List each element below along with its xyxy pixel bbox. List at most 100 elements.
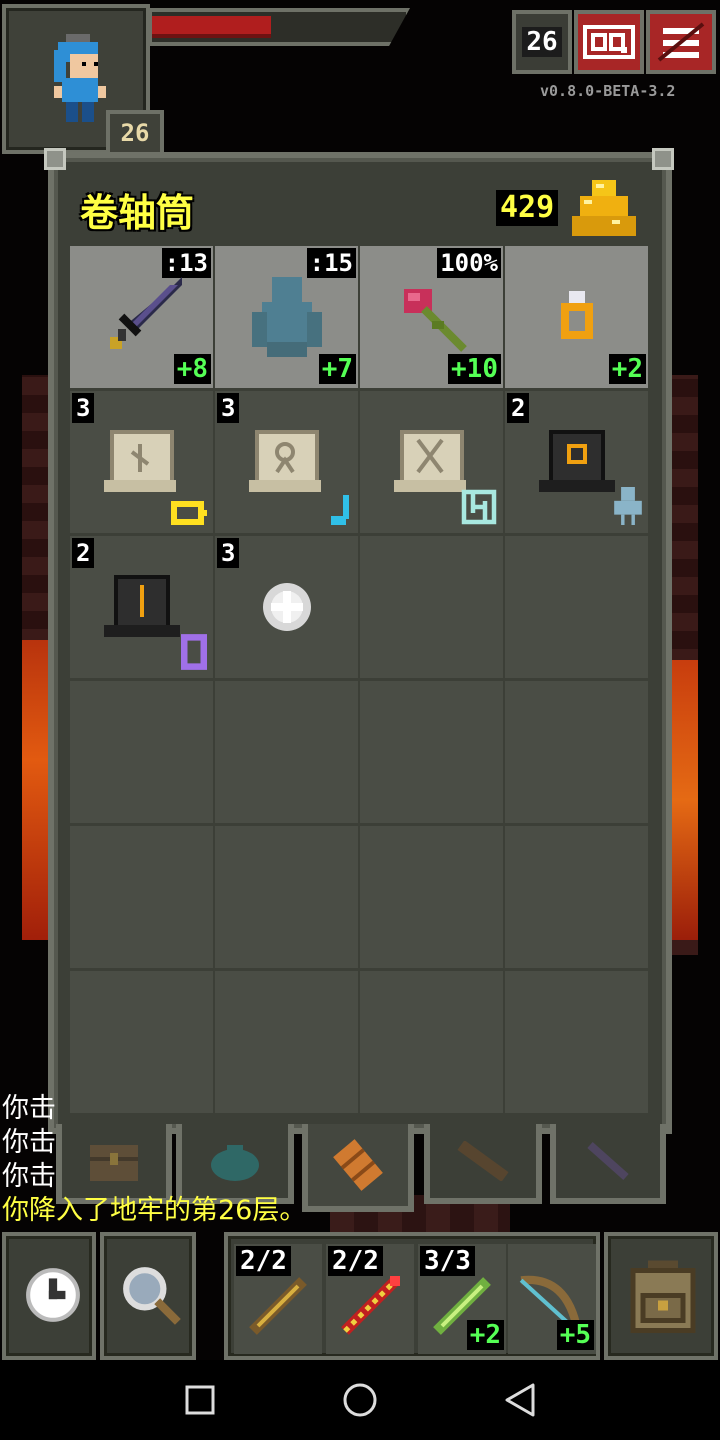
bag-slot-empty[interactable] [70, 826, 213, 968]
bag-slot-empty[interactable] [360, 826, 503, 968]
slot-upgrade-label: +5 [556, 1320, 594, 1350]
cloth-armor-icon [251, 277, 322, 357]
scroll-icon [393, 430, 466, 492]
bag-slot-empty[interactable] [505, 681, 648, 823]
window-corner [652, 148, 674, 170]
home-circle-icon [343, 1383, 377, 1417]
depth-value: 26 [522, 27, 562, 57]
white-orb-icon [262, 583, 311, 631]
slot-upgrade-label: +10 [448, 354, 501, 384]
menu-button[interactable] [646, 10, 716, 74]
music-note-icon [331, 495, 349, 525]
backpack-button[interactable] [604, 1232, 718, 1360]
log-line: 你降入了地牢的第26层。 [2, 1195, 307, 1226]
bag-slot-empty[interactable] [360, 536, 503, 678]
bag-slot-empty[interactable] [215, 826, 358, 968]
slot-upgrade-label: +7 [318, 354, 356, 384]
bag-slot-empty[interactable] [360, 971, 503, 1113]
quickslot-2[interactable]: 2/2 [326, 1244, 414, 1354]
hp-bar-fill [152, 16, 272, 34]
bag-slot-scroll[interactable]: 3 [70, 391, 213, 533]
home-button[interactable] [330, 1370, 390, 1430]
system-nav-bar [0, 1360, 720, 1440]
sword-icon [109, 277, 182, 349]
wand-holster-icon [457, 1141, 509, 1181]
game-log: 你击 你击 你击 你降入了地牢的第26层。 [2, 1092, 306, 1228]
battery-icon [171, 501, 207, 525]
window-corner [44, 148, 66, 170]
bag-slot-scroll[interactable]: 3 [215, 391, 358, 533]
slot-quantity-label: 2 [507, 393, 530, 423]
quickslot-4[interactable]: +5 [508, 1244, 596, 1354]
bag-slot-empty[interactable] [215, 681, 358, 823]
journal-icon [583, 25, 635, 59]
slot-upgrade-label: +2 [608, 354, 646, 384]
slot-upgrade-label: +8 [173, 354, 211, 384]
bag-slot-ring[interactable]: +2 [505, 246, 648, 388]
bag-slot-box[interactable]: 2 [505, 391, 648, 533]
recents-button[interactable] [170, 1370, 230, 1430]
bag-slot-empty[interactable] [505, 971, 648, 1113]
bag-slot-empty[interactable] [70, 681, 213, 823]
gold-pile-icon [572, 180, 636, 236]
back-triangle-icon [505, 1383, 535, 1417]
bag-title: 卷轴筒 [80, 191, 195, 235]
clock-icon [26, 1268, 80, 1322]
version-label: v0.8.0-BETA-3.2 [540, 82, 676, 100]
wand-icon [341, 1275, 400, 1335]
bag-slot-empty[interactable] [505, 826, 648, 968]
menu-icon [657, 22, 705, 62]
tab-wand-holster[interactable] [424, 1124, 542, 1204]
back-button[interactable] [490, 1370, 550, 1430]
depth-indicator[interactable]: 26 [512, 10, 572, 74]
bag-slot-armor[interactable]: :15 +7 [215, 246, 358, 388]
wand-icon [249, 1276, 307, 1335]
log-line: 你击 [2, 1127, 56, 1158]
slot-top-right-label: :15 [306, 248, 356, 278]
scroll-icon [248, 430, 321, 492]
ghost-icon [614, 487, 642, 525]
bag-slot-empty[interactable] [360, 681, 503, 823]
rose-icon [403, 289, 467, 352]
quickslot-3[interactable]: 3/3 +2 [418, 1244, 506, 1354]
hero-level-badge: 26 [106, 110, 164, 156]
slot-upgrade-label: +2 [466, 1320, 504, 1350]
potion-box-icon [103, 575, 180, 637]
slot-top-right-label: 100% [437, 248, 501, 278]
wand-icon [587, 1142, 629, 1180]
wait-button[interactable] [2, 1232, 96, 1360]
hp-bar-frame [148, 8, 410, 46]
lava-tile [668, 660, 698, 940]
backpack-icon [630, 1260, 696, 1333]
gold-amount: 429 [496, 190, 559, 226]
scroll-holder-icon [333, 1139, 383, 1191]
back-square-icon [185, 1385, 215, 1415]
bag-slot-orb[interactable]: 3 [215, 536, 358, 678]
slot-top-right-label: :13 [161, 248, 211, 278]
slot-quantity-label: 2 [72, 538, 95, 568]
bag-slot-box[interactable]: 2 [70, 536, 213, 678]
maze-icon [461, 489, 497, 525]
bag-slot-scroll[interactable] [360, 391, 503, 533]
slot-quantity-label: 3 [72, 393, 95, 423]
log-line: 你击 [2, 1093, 56, 1124]
log-line: 你击 [2, 1161, 56, 1192]
bag-grid: :13 +8 :15 +7 100% +10 +2 3 3 2 2 3 [70, 246, 650, 1114]
ring-icon [560, 291, 593, 339]
bag-slot-artifact[interactable]: 100% +10 [360, 246, 503, 388]
journal-button[interactable] [574, 10, 644, 74]
hero-icon [54, 34, 106, 122]
tab-scroll-holder[interactable] [302, 1124, 414, 1212]
bag-slot-empty[interactable] [505, 536, 648, 678]
slot-quantity-label: 3 [217, 393, 240, 423]
hp-bar-shade [152, 34, 272, 38]
scroll-icon [103, 430, 176, 492]
slot-quantity-label: 3 [217, 538, 240, 568]
gem-icon [181, 634, 207, 670]
tab-wands[interactable] [550, 1124, 666, 1204]
magnifier-icon [123, 1267, 181, 1325]
search-button[interactable] [100, 1232, 196, 1360]
bag-slot-weapon[interactable]: :13 +8 [70, 246, 213, 388]
quickslot-1[interactable]: 2/2 [234, 1244, 322, 1354]
potion-box-icon [538, 430, 615, 492]
